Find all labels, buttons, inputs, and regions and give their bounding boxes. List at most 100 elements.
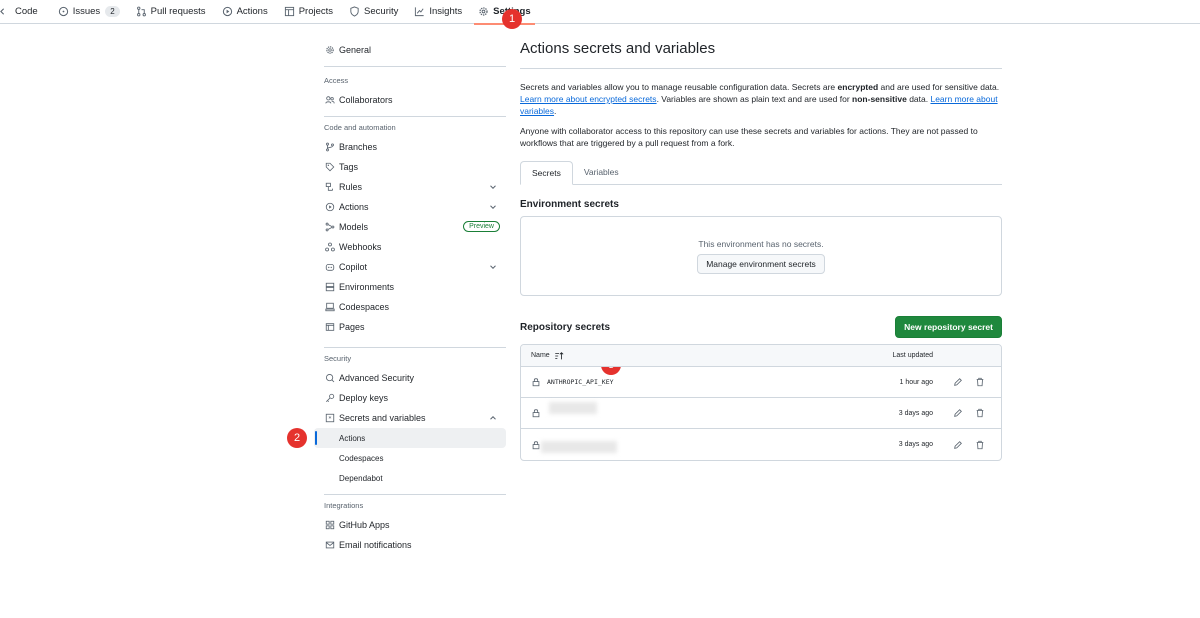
webhook-icon [324,242,335,253]
callout-marker-1: 1 [502,9,522,29]
section-heading-security: Security [324,353,352,363]
tab-variables[interactable]: Variables [573,160,630,184]
issue-icon [58,6,69,17]
sidebar-item-models[interactable]: Models Preview [314,217,506,237]
preview-badge: Preview [463,221,500,232]
sidebar-item-pages[interactable]: Pages [314,317,506,337]
tag-icon [324,162,335,173]
rules-icon [324,182,335,193]
pencil-icon[interactable] [953,408,963,418]
mail-icon [324,540,335,551]
sidebar-item-label: General [339,45,372,55]
key-icon [324,393,335,404]
sidebar-item-deploy-keys[interactable]: Deploy keys [314,388,506,408]
tab-label: Security [364,6,399,17]
encrypted-secrets-link[interactable]: Learn more about encrypted secrets [520,94,657,104]
sidebar-item-copilot[interactable]: Copilot [314,257,506,277]
sidebar-item-email-notifications[interactable]: Email notifications [314,535,506,555]
sidebar-subitem-codespaces[interactable]: Codespaces [314,448,506,468]
sidebar-item-rules[interactable]: Rules [314,177,506,197]
table-row: 3 days ago [521,429,1001,460]
redaction-block [541,441,617,453]
play-icon [324,202,335,213]
sidebar-item-label: Deploy keys [339,393,389,403]
people-icon [324,95,335,106]
desc-text: Secrets and variables allow you to manag… [520,82,838,92]
tab-secrets[interactable]: Secrets [520,161,573,185]
table-header: Name Last updated [521,345,1001,367]
tab-label: Insights [429,6,463,17]
pull-request-icon [136,6,147,17]
sidebar-item-label: Secrets and variables [339,413,426,423]
tab-insights[interactable]: Insights [408,0,468,24]
sidebar-item-label: Tags [339,162,359,172]
lock-icon [532,440,540,449]
sidebar-item-tags[interactable]: Tags [314,157,506,177]
desc-text: . [554,106,557,116]
trash-icon[interactable] [975,440,985,450]
asterisk-box-icon: * [324,413,335,424]
lock-icon [532,409,540,418]
sidebar-item-label: Environments [339,282,395,292]
tab-actions[interactable]: Actions [216,0,274,24]
chevron-up-icon[interactable] [488,413,498,423]
apps-icon [324,520,335,531]
sidebar-item-github-apps[interactable]: GitHub Apps [314,515,506,535]
section-heading-code-automation: Code and automation [324,122,396,132]
tab-pull-requests[interactable]: Pull requests [130,0,212,24]
tab-label: Code [15,6,38,17]
sidebar-item-general[interactable]: General [314,40,506,60]
gear-icon [324,45,335,56]
tab-label: Actions [236,6,268,17]
desc-bold: encrypted [837,82,879,92]
trash-icon[interactable] [975,377,985,387]
manage-environment-secrets-button[interactable]: Manage environment secrets [697,253,825,274]
sidebar-item-environments[interactable]: Environments [314,277,506,297]
tab-code[interactable]: Code [0,0,44,24]
settings-sidebar: General Access Collaborators Code and au… [314,40,506,555]
desc-text: . Variables are shown as plain text and … [656,94,853,104]
sort-icon[interactable] [554,351,564,361]
tab-projects[interactable]: Projects [278,0,339,24]
description-paragraph: Secrets and variables allow you to manag… [520,81,1002,117]
sidebar-item-actions[interactable]: Actions [314,197,506,217]
tab-issues[interactable]: Issues 2 [52,0,126,24]
secret-name: ANTHROPIC_API_KEY [547,378,614,386]
browser-icon [324,322,335,333]
last-updated: 1 hour ago [899,378,933,386]
sidebar-item-codespaces[interactable]: Codespaces [314,297,506,317]
empty-state-message: This environment has no secrets. [698,238,824,249]
chevron-down-icon[interactable] [488,262,498,272]
access-note: Anyone with collaborator access to this … [520,126,978,148]
repository-secrets-heading: Repository secrets [520,321,611,333]
table-icon [284,6,295,17]
sidebar-subitem-dependabot[interactable]: Dependabot [314,468,506,488]
last-updated: 3 days ago [898,441,933,448]
sidebar-item-collaborators[interactable]: Collaborators [314,90,506,110]
sidebar-item-branches[interactable]: Branches [314,137,506,157]
column-header-name[interactable]: Name [531,352,550,359]
chevron-down-icon[interactable] [488,202,498,212]
trash-icon[interactable] [975,408,985,418]
sidebar-item-webhooks[interactable]: Webhooks [314,237,506,257]
table-row: ANTHROPIC_API_KEY 1 hour ago [521,367,1001,398]
server-icon [324,282,335,293]
tab-label: Issues [72,6,101,17]
tab-label: Pull requests [150,6,206,17]
tab-security[interactable]: Security [343,0,404,24]
new-repository-secret-button[interactable]: New repository secret [895,316,1002,338]
sidebar-item-label: Advanced Security [339,373,415,383]
sidebar-item-label: Copilot [339,262,368,272]
gear-icon [478,6,489,17]
sidebar-item-secrets-variables[interactable]: * Secrets and variables [314,408,506,428]
repository-secrets-header: Repository secrets New repository secret [520,316,1002,338]
sidebar-item-advanced-security[interactable]: Advanced Security [314,368,506,388]
desc-text: data. [906,94,931,104]
pencil-icon[interactable] [953,440,963,450]
environment-secrets-heading: Environment secrets [520,199,619,210]
pencil-icon[interactable] [953,377,963,387]
svg-text:*: * [328,417,331,423]
codescan-icon [324,373,335,384]
chevron-down-icon[interactable] [488,182,498,192]
sidebar-subitem-actions[interactable]: Actions [314,428,506,448]
